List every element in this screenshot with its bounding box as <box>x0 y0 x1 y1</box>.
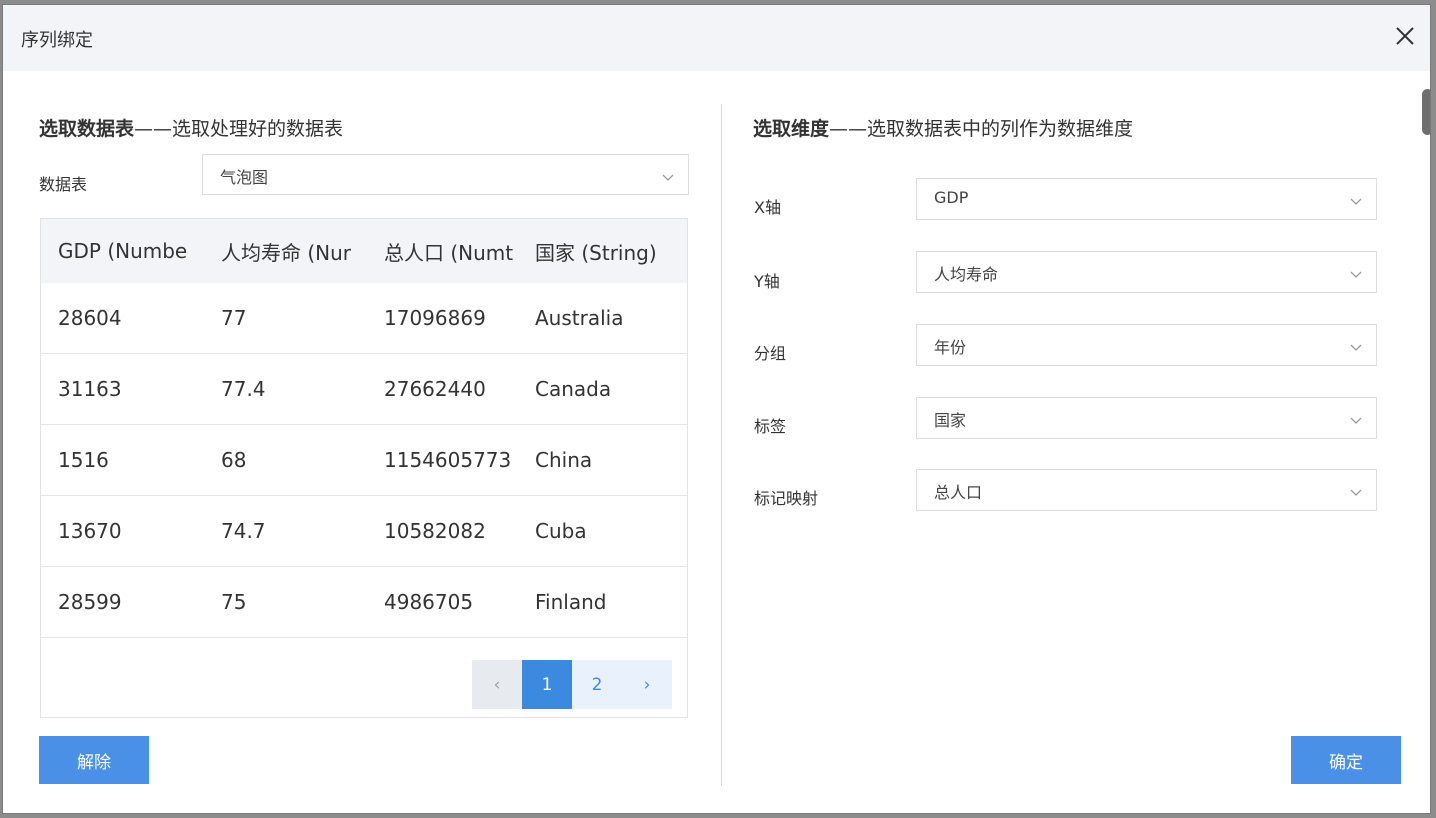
pagination-next-button[interactable]: › <box>622 660 672 709</box>
data-table-select-value: 气泡图 <box>220 168 269 187</box>
table-cell: 28604 <box>41 283 204 354</box>
vertical-scrollbar[interactable] <box>1422 89 1430 135</box>
table-row: 28604 77 17096869 Australia <box>41 283 687 354</box>
y-axis-label: Y轴 <box>754 272 780 291</box>
right-heading-rest: ——选取数据表中的列作为数据维度 <box>829 118 1134 140</box>
table-cell: 1154605773 <box>367 424 530 496</box>
table-cell: 74.7 <box>204 495 367 567</box>
table-cell: Cuba <box>530 495 687 567</box>
chevron-down-icon <box>1350 483 1362 496</box>
left-heading-bold: 选取数据表 <box>39 118 135 140</box>
chevron-down-icon <box>1350 411 1362 424</box>
column-header-gdp[interactable]: GDP (Numbe <box>41 219 204 283</box>
table-cell: 17096869 <box>367 283 530 354</box>
table-cell: 75 <box>204 566 367 638</box>
panel-divider <box>721 104 722 786</box>
table-cell: China <box>530 424 687 496</box>
y-axis-select-value: 人均寿命 <box>934 265 999 284</box>
group-label: 分组 <box>754 344 787 363</box>
table-cell: 77.4 <box>204 353 367 425</box>
table-cell: 77 <box>204 283 367 354</box>
table-cell: 31163 <box>41 353 204 425</box>
right-section-heading: 选取维度——选取数据表中的列作为数据维度 <box>753 114 1133 141</box>
left-heading-rest: ——选取处理好的数据表 <box>134 118 344 140</box>
table-cell: 1516 <box>41 424 204 496</box>
tag-select[interactable]: 国家 <box>916 397 1377 439</box>
y-axis-select[interactable]: 人均寿命 <box>916 251 1377 293</box>
group-select[interactable]: 年份 <box>916 324 1377 366</box>
column-header-country[interactable]: 国家 (String) <box>530 219 687 283</box>
table-cell: 10582082 <box>367 495 530 567</box>
pagination-prev-button[interactable]: ‹ <box>472 660 522 709</box>
close-icon[interactable] <box>1390 21 1420 51</box>
marker-mapping-select[interactable]: 总人口 <box>916 469 1377 511</box>
x-axis-label: X轴 <box>754 198 781 217</box>
table-row: 31163 77.4 27662440 Canada <box>41 353 687 425</box>
table-header-row: GDP (Numbe 人均寿命 (Nur 总人口 (Numt 国家 (Strin… <box>41 219 687 283</box>
series-binding-dialog: 序列绑定 选取数据表——选取处理好的数据表 数据表 气泡图 GDP (Numbe… <box>2 4 1431 814</box>
tag-select-value: 国家 <box>934 411 967 430</box>
chevron-down-icon <box>662 168 674 181</box>
x-axis-select[interactable]: GDP <box>916 178 1377 220</box>
tag-label: 标签 <box>754 417 787 436</box>
chevron-down-icon <box>1350 192 1362 205</box>
chevron-down-icon <box>1350 338 1362 351</box>
pagination-page-1[interactable]: 1 <box>522 660 572 709</box>
left-section-heading: 选取数据表——选取处理好的数据表 <box>39 114 343 141</box>
data-table-label: 数据表 <box>39 175 88 194</box>
table-cell: Canada <box>530 353 687 425</box>
table-cell: 28599 <box>41 566 204 638</box>
unbind-button[interactable]: 解除 <box>39 736 149 784</box>
dialog-title: 序列绑定 <box>21 30 93 51</box>
table-row: 28599 75 4986705 Finland <box>41 566 687 638</box>
x-axis-select-value: GDP <box>934 188 969 207</box>
table-cell: Australia <box>530 283 687 354</box>
column-header-life-expectancy[interactable]: 人均寿命 (Nur <box>204 219 367 283</box>
marker-mapping-label: 标记映射 <box>754 489 819 508</box>
dialog-titlebar: 序列绑定 <box>3 5 1430 71</box>
pagination-page-2[interactable]: 2 <box>572 660 622 709</box>
table-row: 13670 74.7 10582082 Cuba <box>41 495 687 567</box>
chevron-down-icon <box>1350 265 1362 278</box>
table-cell: 4986705 <box>367 566 530 638</box>
table-cell: 27662440 <box>367 353 530 425</box>
column-header-population[interactable]: 总人口 (Numt <box>367 219 530 283</box>
confirm-button[interactable]: 确定 <box>1291 736 1401 784</box>
right-heading-bold: 选取维度 <box>753 118 830 140</box>
table-cell: 68 <box>204 424 367 496</box>
group-select-value: 年份 <box>934 338 967 357</box>
data-preview-table: GDP (Numbe 人均寿命 (Nur 总人口 (Numt 国家 (Strin… <box>40 218 688 718</box>
marker-mapping-select-value: 总人口 <box>934 483 983 502</box>
pagination: ‹ 1 2 › <box>472 660 672 709</box>
table-cell: 13670 <box>41 495 204 567</box>
data-table-select[interactable]: 气泡图 <box>202 154 689 195</box>
table-cell: Finland <box>530 566 687 638</box>
table-row: 1516 68 1154605773 China <box>41 424 687 496</box>
